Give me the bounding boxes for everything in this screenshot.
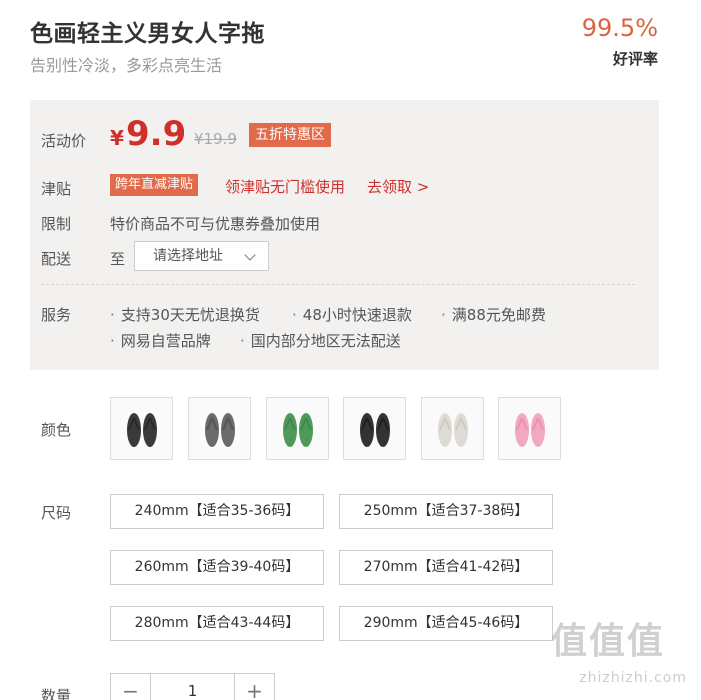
product-title: 色画轻主义男女人字拖 bbox=[30, 21, 265, 47]
watermark-logo: 值值值 bbox=[551, 621, 666, 662]
limit-text: 特价商品不可与优惠券叠加使用 bbox=[110, 215, 321, 233]
services-label: 服务 bbox=[41, 306, 72, 324]
service-item: · 满88元免邮费 bbox=[441, 306, 546, 324]
size-option[interactable]: 260mm【适合39-40码】 bbox=[110, 550, 324, 585]
watermark: 值值值 zhizhizhi.com bbox=[551, 612, 691, 692]
flip-flop-icon bbox=[515, 413, 545, 447]
chevron-down-icon bbox=[244, 249, 256, 261]
rating: 99.5% 好评率 bbox=[582, 14, 658, 69]
service-item: · 网易自营品牌 bbox=[110, 332, 211, 350]
color-label: 颜色 bbox=[41, 421, 72, 439]
address-placeholder: 请选择地址 bbox=[153, 248, 223, 264]
service-item: · 48小时快速退款 bbox=[292, 306, 412, 324]
current-price: 9.9 bbox=[126, 114, 187, 154]
price-label: 活动价 bbox=[41, 132, 87, 150]
color-swatch-black[interactable] bbox=[110, 397, 173, 460]
flip-flop-icon bbox=[360, 413, 390, 447]
flip-flop-icon bbox=[283, 413, 313, 447]
size-option[interactable]: 240mm【适合35-36码】 bbox=[110, 494, 324, 529]
size-label: 尺码 bbox=[41, 504, 72, 522]
price-panel: 活动价 ¥ 9.9 ¥19.9 五折特惠区 津贴 跨年直减津贴 领津贴无门槛使用… bbox=[30, 100, 659, 370]
watermark-url: zhizhizhi.com bbox=[579, 670, 687, 686]
color-swatch-off-white[interactable] bbox=[421, 397, 484, 460]
original-price: ¥19.9 bbox=[194, 130, 237, 148]
color-swatch-gray[interactable] bbox=[188, 397, 251, 460]
rating-label: 好评率 bbox=[612, 50, 658, 68]
quantity-label: 数量 bbox=[41, 687, 72, 700]
color-swatch-black-2[interactable] bbox=[343, 397, 406, 460]
subsidy-tag: 跨年直减津贴 bbox=[110, 174, 199, 196]
service-item: · 支持30天无忧退换货 bbox=[110, 306, 260, 324]
flip-flop-icon bbox=[438, 413, 468, 447]
divider bbox=[41, 284, 635, 285]
subsidy-link[interactable]: 领津贴无门槛使用 bbox=[225, 176, 345, 197]
size-option[interactable]: 250mm【适合37-38码】 bbox=[339, 494, 553, 529]
service-item: · 国内部分地区无法配送 bbox=[240, 332, 401, 350]
price-currency: ¥ bbox=[110, 126, 124, 150]
claim-subsidy-link[interactable]: 去领取 > bbox=[367, 176, 429, 197]
quantity-stepper: − 1 + bbox=[110, 673, 275, 700]
size-option[interactable]: 280mm【适合43-44码】 bbox=[110, 606, 324, 641]
promo-badge[interactable]: 五折特惠区 bbox=[249, 123, 331, 147]
quantity-plus-button[interactable]: + bbox=[234, 674, 274, 700]
shipping-to: 至 bbox=[110, 250, 126, 268]
address-select[interactable]: 请选择地址 bbox=[134, 241, 269, 271]
shipping-label: 配送 bbox=[41, 250, 72, 268]
color-swatch-pink[interactable] bbox=[498, 397, 561, 460]
size-option[interactable]: 270mm【适合41-42码】 bbox=[339, 550, 553, 585]
color-swatch-green[interactable] bbox=[266, 397, 329, 460]
flip-flop-icon bbox=[127, 413, 157, 447]
size-option[interactable]: 290mm【适合45-46码】 bbox=[339, 606, 553, 641]
flip-flop-icon bbox=[205, 413, 235, 447]
product-subtitle: 告别性冷淡，多彩点亮生活 bbox=[30, 56, 223, 75]
rating-value: 99.5% bbox=[581, 14, 658, 42]
quantity-input[interactable]: 1 bbox=[151, 674, 234, 700]
subsidy-label: 津贴 bbox=[41, 180, 72, 198]
limit-label: 限制 bbox=[41, 215, 72, 233]
quantity-minus-button[interactable]: − bbox=[111, 674, 151, 700]
